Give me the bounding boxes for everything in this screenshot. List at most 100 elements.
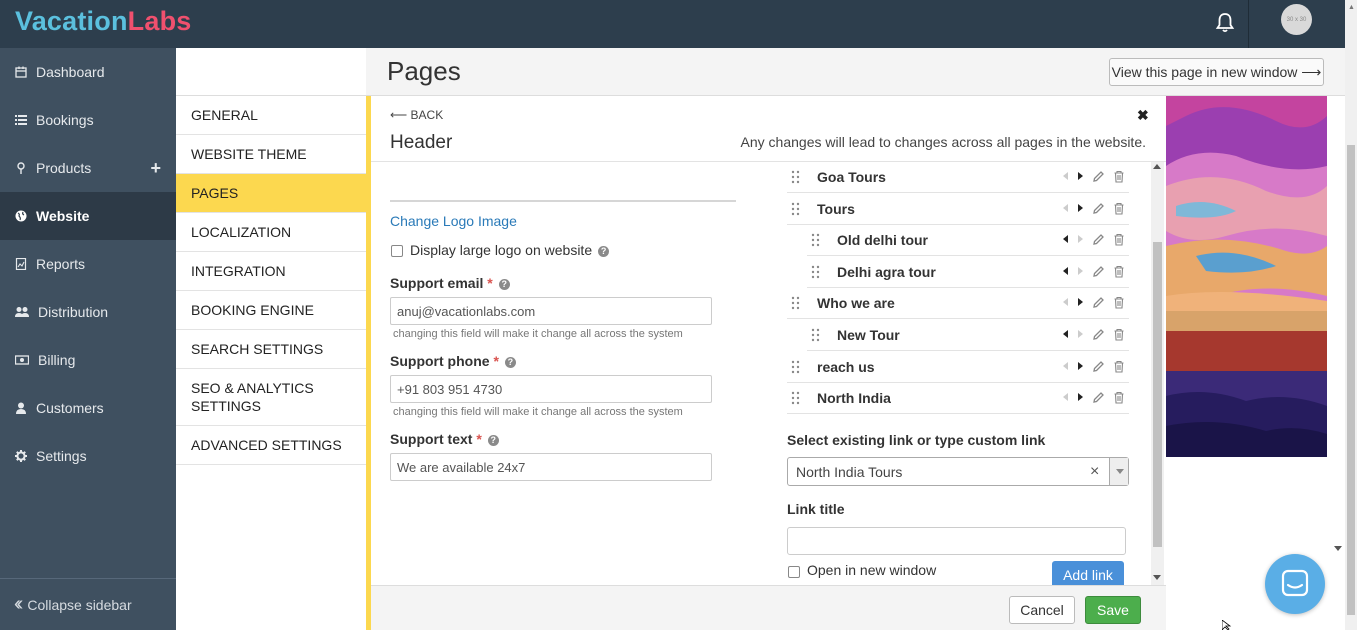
- preview-scroll-down-icon[interactable]: [1334, 546, 1342, 551]
- drag-handle-icon[interactable]: [811, 233, 821, 247]
- link-title-input[interactable]: [787, 527, 1126, 555]
- chat-widget-button[interactable]: [1265, 554, 1325, 614]
- support-phone-input[interactable]: +91 803 951 4730: [390, 375, 712, 403]
- delete-trash-icon[interactable]: [1113, 296, 1125, 309]
- drag-handle-icon[interactable]: [791, 360, 801, 374]
- support-text-input[interactable]: We are available 24x7: [390, 453, 712, 481]
- outdent-arrow-icon[interactable]: [1063, 235, 1068, 243]
- save-button[interactable]: Save: [1085, 596, 1141, 624]
- menu-item-row[interactable]: reach us: [787, 352, 1129, 383]
- indent-arrow-icon[interactable]: [1078, 235, 1083, 243]
- sidebar-item-distribution[interactable]: Distribution: [0, 288, 176, 336]
- cancel-button[interactable]: Cancel: [1009, 596, 1075, 624]
- user-avatar[interactable]: 30 x 30: [1281, 4, 1312, 35]
- menu-item-row[interactable]: Delhi agra tour: [807, 257, 1129, 288]
- sidebar-item-website[interactable]: Website: [0, 192, 176, 240]
- help-icon[interactable]: ?: [504, 357, 516, 368]
- sidebar-item-settings[interactable]: Settings: [0, 432, 176, 480]
- outdent-arrow-icon[interactable]: [1063, 393, 1068, 401]
- submenu-item-advanced-settings[interactable]: ADVANCED SETTINGS: [176, 426, 366, 465]
- indent-arrow-icon[interactable]: [1078, 362, 1083, 370]
- submenu-item-website-theme[interactable]: WEBSITE THEME: [176, 135, 366, 174]
- dropdown-arrow-icon[interactable]: [1109, 458, 1128, 485]
- indent-arrow-icon[interactable]: [1078, 330, 1083, 338]
- view-page-new-window-button[interactable]: View this page in new window ⟶: [1109, 58, 1324, 86]
- drag-handle-icon[interactable]: [791, 296, 801, 310]
- help-icon[interactable]: ?: [498, 279, 510, 290]
- scroll-up-icon[interactable]: ▲: [1348, 4, 1355, 11]
- drag-handle-icon[interactable]: [791, 391, 801, 405]
- submenu-item-pages[interactable]: PAGES: [176, 174, 366, 213]
- edit-pencil-icon[interactable]: [1092, 170, 1104, 183]
- indent-arrow-icon[interactable]: [1078, 298, 1083, 306]
- help-icon[interactable]: ?: [598, 246, 610, 257]
- sidebar-item-reports[interactable]: Reports: [0, 240, 176, 288]
- scroll-down-arrow-icon[interactable]: [1153, 575, 1161, 580]
- edit-pencil-icon[interactable]: [1092, 328, 1104, 341]
- drag-handle-icon[interactable]: [811, 328, 821, 342]
- add-product-icon[interactable]: +: [150, 158, 161, 179]
- edit-pencil-icon[interactable]: [1092, 391, 1104, 404]
- link-select[interactable]: North India Tours ×: [787, 457, 1129, 486]
- delete-trash-icon[interactable]: [1113, 328, 1125, 341]
- indent-arrow-icon[interactable]: [1078, 393, 1083, 401]
- editor-scroll-thumb[interactable]: [1153, 242, 1162, 547]
- edit-pencil-icon[interactable]: [1092, 265, 1104, 278]
- outdent-arrow-icon[interactable]: [1063, 172, 1068, 180]
- help-icon[interactable]: ?: [487, 435, 499, 446]
- outdent-arrow-icon[interactable]: [1063, 267, 1068, 275]
- large-logo-checkbox[interactable]: [391, 245, 403, 257]
- collapse-sidebar-button[interactable]: ‹‹ Collapse sidebar: [0, 578, 176, 630]
- submenu-item-localization[interactable]: LOCALIZATION: [176, 213, 366, 252]
- scroll-up-arrow-icon[interactable]: [1153, 164, 1161, 169]
- sidebar-item-dashboard[interactable]: Dashboard: [0, 48, 176, 96]
- drag-handle-icon[interactable]: [811, 265, 821, 279]
- delete-trash-icon[interactable]: [1113, 265, 1125, 278]
- back-link[interactable]: ⟵ BACK: [390, 108, 443, 122]
- outdent-arrow-icon[interactable]: [1063, 298, 1068, 306]
- close-icon[interactable]: ✖: [1137, 107, 1149, 124]
- sidebar-item-products[interactable]: Products +: [0, 144, 176, 192]
- indent-arrow-icon[interactable]: [1078, 204, 1083, 212]
- drag-handle-icon[interactable]: [791, 170, 801, 184]
- outdent-arrow-icon[interactable]: [1063, 362, 1068, 370]
- edit-pencil-icon[interactable]: [1092, 202, 1104, 215]
- window-scrollbar[interactable]: ▲: [1345, 0, 1357, 630]
- add-link-button[interactable]: Add link: [1052, 561, 1124, 585]
- submenu-item-search-settings[interactable]: SEARCH SETTINGS: [176, 330, 366, 369]
- edit-pencil-icon[interactable]: [1092, 233, 1104, 246]
- delete-trash-icon[interactable]: [1113, 391, 1125, 404]
- support-email-input[interactable]: anuj@vacationlabs.com: [390, 297, 712, 325]
- menu-item-row[interactable]: Tours: [787, 194, 1129, 225]
- change-logo-link[interactable]: Change Logo Image: [390, 213, 517, 229]
- indent-arrow-icon[interactable]: [1078, 172, 1083, 180]
- edit-pencil-icon[interactable]: [1092, 296, 1104, 309]
- delete-trash-icon[interactable]: [1113, 202, 1125, 215]
- menu-item-row[interactable]: Goa Tours: [787, 162, 1129, 193]
- edit-pencil-icon[interactable]: [1092, 360, 1104, 373]
- submenu-item-booking-engine[interactable]: BOOKING ENGINE: [176, 291, 366, 330]
- delete-trash-icon[interactable]: [1113, 233, 1125, 246]
- brand-logo[interactable]: VacationLabs: [15, 6, 191, 37]
- menu-item-row[interactable]: Who we are: [787, 288, 1129, 319]
- menu-item-row[interactable]: North India: [787, 383, 1129, 414]
- submenu-item-seo-analytics[interactable]: SEO & ANALYTICS SETTINGS: [176, 369, 366, 426]
- menu-item-row[interactable]: Old delhi tour: [807, 225, 1129, 256]
- delete-trash-icon[interactable]: [1113, 170, 1125, 183]
- sidebar-item-billing[interactable]: Billing: [0, 336, 176, 384]
- notification-bell-icon[interactable]: [1214, 12, 1236, 34]
- outdent-arrow-icon[interactable]: [1063, 330, 1068, 338]
- submenu-item-integration[interactable]: INTEGRATION: [176, 252, 366, 291]
- sidebar-item-bookings[interactable]: Bookings: [0, 96, 176, 144]
- clear-selection-icon[interactable]: ×: [1090, 463, 1099, 481]
- submenu-item-general[interactable]: GENERAL: [176, 96, 366, 135]
- editor-scrollbar[interactable]: [1151, 162, 1164, 585]
- indent-arrow-icon[interactable]: [1078, 267, 1083, 275]
- open-new-window-checkbox[interactable]: [788, 566, 800, 578]
- outdent-arrow-icon[interactable]: [1063, 204, 1068, 212]
- sidebar-item-customers[interactable]: Customers: [0, 384, 176, 432]
- window-scroll-thumb[interactable]: [1347, 145, 1355, 615]
- delete-trash-icon[interactable]: [1113, 360, 1125, 373]
- drag-handle-icon[interactable]: [791, 202, 801, 216]
- menu-item-row[interactable]: New Tour: [807, 320, 1129, 351]
